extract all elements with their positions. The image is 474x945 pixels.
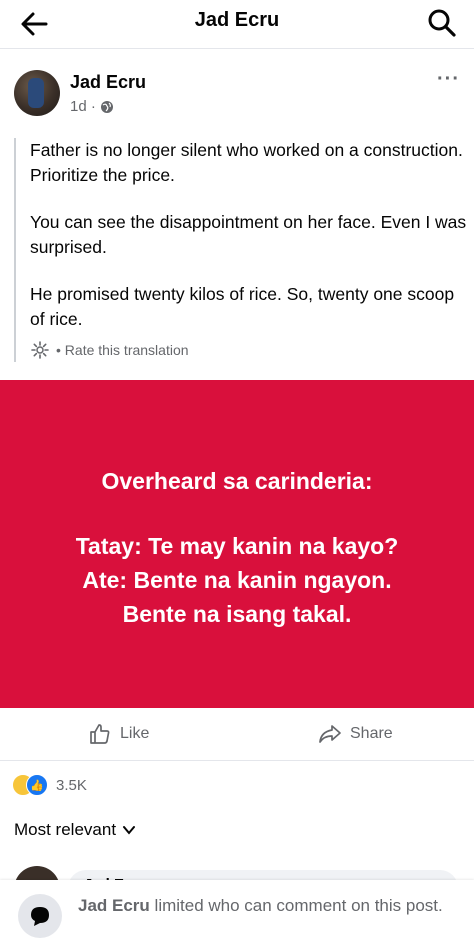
comment-icon-container <box>18 894 62 938</box>
chevron-down-icon <box>123 826 136 835</box>
image-text-line: Overheard sa carinderia: <box>101 468 373 494</box>
reaction-count: 3.5K <box>56 776 87 794</box>
share-arrow-icon <box>319 725 341 743</box>
author-name[interactable]: Jad Ecru <box>70 72 146 93</box>
share-button[interactable]: Share <box>318 722 393 746</box>
reaction-summary[interactable]: 👍 3.5K <box>12 774 87 796</box>
post-image[interactable]: Overheard sa carinderia: Tatay: Te may k… <box>0 380 474 708</box>
translation-paragraph: You can see the disappointment on her fa… <box>30 212 467 257</box>
globe-icon <box>100 100 113 113</box>
more-dots-icon[interactable]: ··· <box>437 68 460 91</box>
restriction-text: Jad Ecru limited who can comment on this… <box>78 893 458 918</box>
translation-paragraph: Father is no longer silent who worked on… <box>30 140 463 185</box>
search-icon[interactable] <box>424 5 460 41</box>
page-title: Jad Ecru <box>194 9 280 31</box>
sort-label: Most relevant <box>14 820 117 839</box>
post-translation: Father is no longer silent who worked on… <box>14 138 470 362</box>
image-text-line: Ate: Bente na kanin ngayon. <box>82 567 392 593</box>
rate-translation[interactable]: • Rate this translation <box>30 338 470 362</box>
translation-paragraph: He promised twenty kilos of rice. So, tw… <box>30 284 455 329</box>
image-text-line: Bente na isang takal. <box>122 601 352 627</box>
post-header: Jad Ecru 1d · ··· <box>14 68 460 126</box>
post-meta: 1d · <box>70 98 114 115</box>
like-label: Like <box>120 725 150 742</box>
comment-restriction-notice: Jad Ecru limited who can comment on this… <box>0 880 474 945</box>
avatar[interactable] <box>14 70 60 116</box>
rate-translation-label[interactable]: • Rate this translation <box>56 342 189 358</box>
thumbs-up-icon <box>90 724 110 744</box>
share-label: Share <box>350 725 393 742</box>
image-text-line: Tatay: Te may kanin na kayo? <box>75 533 399 559</box>
restriction-message: limited who can comment on this post. <box>154 896 443 915</box>
like-button[interactable]: Like <box>88 722 149 746</box>
like-reaction-icon: 👍 <box>26 774 48 796</box>
post-time[interactable]: 1d · <box>70 98 96 115</box>
post-actions: Like Share <box>0 708 474 761</box>
top-bar: Jad Ecru <box>0 0 474 49</box>
comment-sort-dropdown[interactable]: Most relevant <box>14 820 136 840</box>
gear-icon <box>31 341 49 359</box>
speech-bubble-icon <box>31 907 49 926</box>
reaction-icons: 👍 <box>12 774 50 796</box>
restriction-author[interactable]: Jad Ecru <box>78 896 150 915</box>
